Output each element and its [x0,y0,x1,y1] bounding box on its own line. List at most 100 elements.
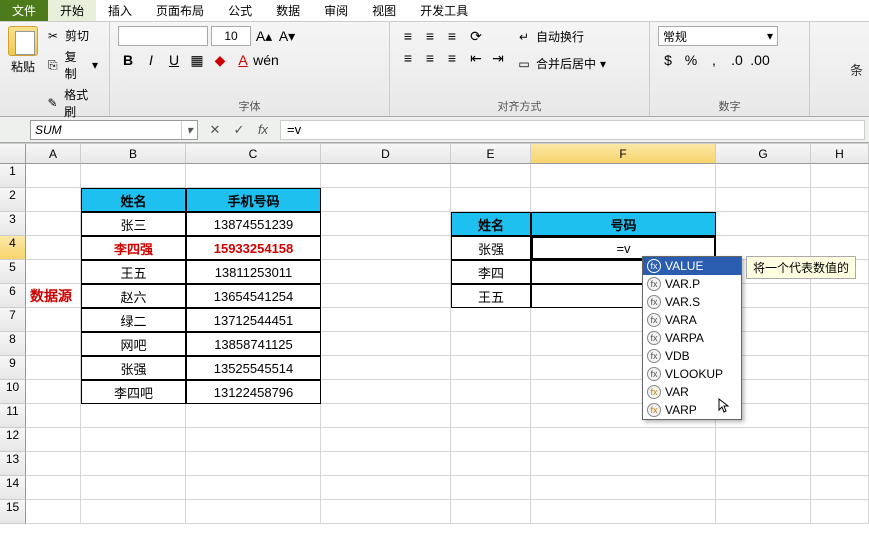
row-header[interactable]: 14 [0,476,26,500]
autocomplete-item[interactable]: fxVAR.P [643,275,741,293]
cell[interactable] [26,164,81,188]
row-header[interactable]: 6 [0,284,26,308]
cell[interactable] [716,164,811,188]
cell[interactable] [26,428,81,452]
indent-increase-button[interactable]: ⇥ [488,48,508,68]
row-header[interactable]: 2 [0,188,26,212]
tab-file[interactable]: 文件 [0,0,48,21]
align-right-button[interactable]: ≡ [442,48,462,68]
shrink-font-button[interactable]: A▾ [277,26,297,46]
col-header-a[interactable]: A [26,144,81,164]
cell[interactable]: 王五 [451,284,531,308]
cell[interactable]: 绿二 [81,308,186,332]
number-format-combo[interactable]: 常规▾ [658,26,778,46]
cell[interactable]: 姓名 [451,212,531,236]
autocomplete-item[interactable]: fxVAR [643,383,741,401]
cell[interactable] [26,476,81,500]
cell[interactable]: 手机号码 [186,188,321,212]
name-box[interactable]: SUM ▾ [30,120,198,140]
cell[interactable] [321,380,451,404]
copy-button[interactable]: ⎘复制▾ [42,47,101,83]
autocomplete-item[interactable]: fxVALUE [643,257,741,275]
cut-button[interactable]: ✂剪切 [42,26,101,45]
cell[interactable] [26,260,81,284]
row-header[interactable]: 8 [0,332,26,356]
name-box-dropdown-icon[interactable]: ▾ [181,121,197,139]
cell[interactable] [451,476,531,500]
italic-button[interactable]: I [141,50,161,70]
cell[interactable]: 李四 [451,260,531,284]
row-header[interactable]: 12 [0,428,26,452]
autocomplete-item[interactable]: fxVARP [643,401,741,419]
align-middle-button[interactable]: ≡ [420,26,440,46]
cell[interactable]: 号码 [531,212,716,236]
cell[interactable] [81,452,186,476]
font-name-combo[interactable] [118,26,208,46]
cell[interactable] [811,332,869,356]
cell[interactable]: 张三 [81,212,186,236]
cell[interactable] [451,164,531,188]
row-header[interactable]: 1 [0,164,26,188]
tab-home[interactable]: 开始 [48,0,96,21]
cell[interactable] [186,164,321,188]
cell[interactable]: 张强 [451,236,531,260]
cell[interactable] [321,236,451,260]
cell[interactable] [451,332,531,356]
cell[interactable] [321,476,451,500]
row-header[interactable]: 9 [0,356,26,380]
autocomplete-item[interactable]: fxVARPA [643,329,741,347]
underline-button[interactable]: U [164,50,184,70]
align-center-button[interactable]: ≡ [420,48,440,68]
cell[interactable] [531,428,716,452]
row-header[interactable]: 3 [0,212,26,236]
cell[interactable] [26,500,81,524]
cell[interactable] [811,404,869,428]
cell[interactable] [26,332,81,356]
cell[interactable]: 赵六 [81,284,186,308]
cell[interactable] [811,284,869,308]
fill-color-button[interactable]: ◆ [210,50,230,70]
cell[interactable] [81,500,186,524]
currency-button[interactable]: $ [658,50,678,70]
cell[interactable] [531,476,716,500]
merge-center-button[interactable]: ▭合并后居中▾ [512,53,610,74]
cell[interactable] [451,308,531,332]
comma-button[interactable]: , [704,50,724,70]
percent-button[interactable]: % [681,50,701,70]
cell[interactable] [186,476,321,500]
cell[interactable] [26,404,81,428]
cell[interactable]: 王五 [81,260,186,284]
cell[interactable] [716,500,811,524]
cell[interactable] [811,188,869,212]
align-top-button[interactable]: ≡ [398,26,418,46]
cell[interactable]: 网吧 [81,332,186,356]
cell[interactable] [716,476,811,500]
cell[interactable]: 13811253011 [186,260,321,284]
autocomplete-item[interactable]: fxVDB [643,347,741,365]
formula-autocomplete[interactable]: fxVALUEfxVAR.PfxVAR.SfxVARAfxVARPAfxVDBf… [642,256,742,420]
tab-review[interactable]: 审阅 [312,0,360,21]
cell[interactable]: 13874551239 [186,212,321,236]
cell[interactable] [81,404,186,428]
cell[interactable]: 数据源 [26,284,81,308]
cell[interactable] [811,356,869,380]
cell[interactable] [321,356,451,380]
border-button[interactable]: ▦ [187,50,207,70]
tab-formulas[interactable]: 公式 [216,0,264,21]
cell[interactable] [716,452,811,476]
cell[interactable] [81,476,186,500]
cell[interactable]: 13525545514 [186,356,321,380]
cell[interactable] [451,452,531,476]
cell[interactable] [811,164,869,188]
col-header-f[interactable]: F [531,144,716,164]
cell[interactable] [321,164,451,188]
row-header[interactable]: 10 [0,380,26,404]
paste-button[interactable]: 粘贴 [8,26,38,75]
row-header[interactable]: 13 [0,452,26,476]
font-size-combo[interactable] [211,26,251,46]
col-header-d[interactable]: D [321,144,451,164]
indent-decrease-button[interactable]: ⇤ [466,48,486,68]
cell[interactable] [531,164,716,188]
autocomplete-item[interactable]: fxVARA [643,311,741,329]
col-header-c[interactable]: C [186,144,321,164]
